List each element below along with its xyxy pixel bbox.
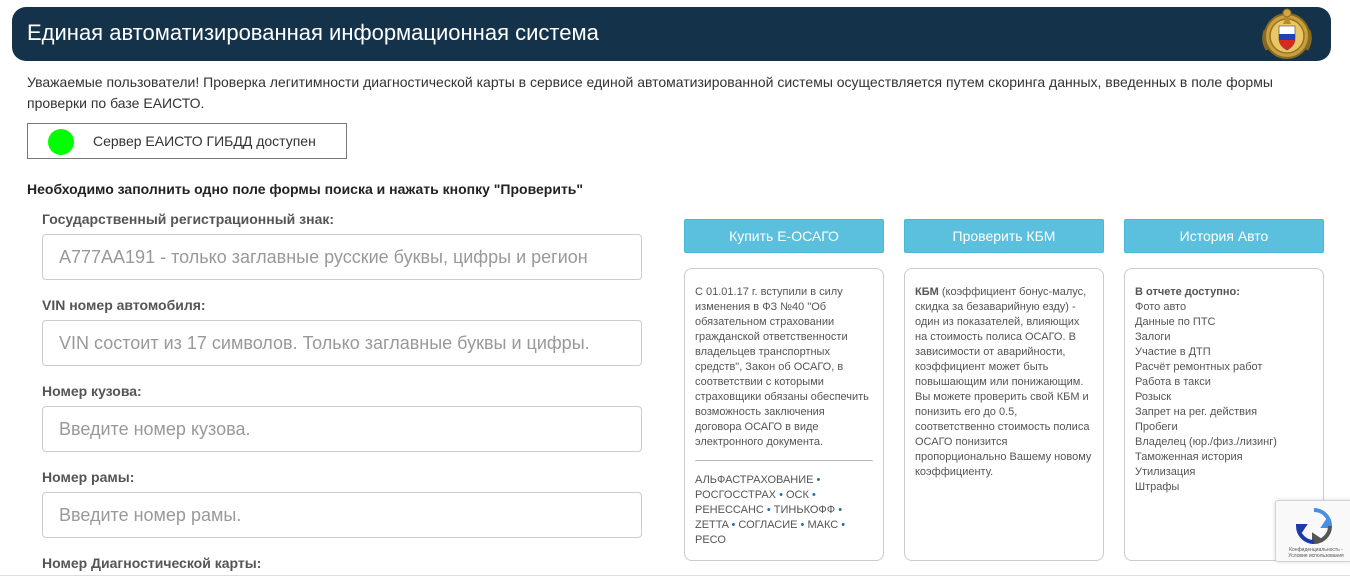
diagnostic-card-label: Номер Диагностической карты:: [42, 555, 262, 571]
vin-label: VIN номер автомобиля:: [42, 297, 206, 313]
insurer-separator: •: [835, 504, 843, 516]
plate-label: Государственный регистрационный знак:: [42, 211, 335, 227]
insurer-name: ОСК: [785, 489, 809, 501]
insurer-name: РЕСО: [695, 534, 726, 546]
osago-info-text: С 01.01.17 г. вступили в силу изменения …: [695, 286, 869, 448]
history-item: Владелец (юр./физ./лизинг): [1135, 436, 1277, 448]
insurer-name: ТИНЬКОФФ: [773, 504, 836, 516]
osago-info-card: С 01.01.17 г. вступили в силу изменения …: [684, 268, 884, 561]
bottom-divider: [0, 575, 1350, 576]
frame-number-input[interactable]: [42, 492, 642, 538]
notice-text: Уважаемые пользователи! Проверка легитим…: [27, 74, 1273, 111]
body-number-input[interactable]: [42, 406, 642, 452]
header-bar: Единая автоматизированная информационная…: [12, 7, 1331, 61]
history-card-heading: В отчете доступно:: [1135, 286, 1240, 298]
plate-input[interactable]: [42, 234, 642, 280]
body-number-label: Номер кузова:: [42, 383, 142, 399]
vin-input[interactable]: [42, 320, 642, 366]
insurer-separator: •: [797, 519, 808, 531]
check-kbm-button[interactable]: Проверить КБМ: [904, 219, 1104, 253]
kbm-info-text: (коэффициент бонус-малус, скидка за беза…: [915, 286, 1092, 478]
buy-osago-button[interactable]: Купить Е-ОСАГО: [684, 219, 884, 253]
history-item: Запрет на рег. действия: [1135, 406, 1258, 418]
insurer-separator: •: [728, 519, 739, 531]
insurer-name: РОСГОССТРАХ: [695, 489, 777, 501]
history-item: Пробеги: [1135, 421, 1178, 433]
frame-number-label: Номер рамы:: [42, 469, 135, 485]
insurer-separator: •: [776, 489, 786, 501]
history-item: Расчёт ремонтных работ: [1135, 361, 1263, 373]
history-item: Таможенная история: [1135, 451, 1243, 463]
history-item: Данные по ПТС: [1135, 316, 1216, 328]
car-history-button[interactable]: История Авто: [1124, 219, 1324, 253]
insurer-separator: •: [808, 489, 816, 501]
server-status-text: Сервер ЕАИСТО ГИБДД доступен: [93, 133, 316, 149]
history-item: Розыск: [1135, 391, 1172, 403]
insurer-separator: •: [838, 519, 846, 531]
gibdd-emblem-icon: [1262, 8, 1312, 59]
history-item: Фото авто: [1135, 301, 1187, 313]
recaptcha-text: Конфиденциальность - Условия использован…: [1288, 547, 1344, 559]
insurers-list: АЛЬФАСТРАХОВАНИЕ • РОСГОССТРАХ • ОСК • Р…: [695, 473, 873, 548]
kbm-term: КБМ: [915, 286, 939, 298]
recaptcha-badge[interactable]: Конфиденциальность - Условия использован…: [1275, 500, 1350, 562]
page-title: Единая автоматизированная информационная…: [27, 20, 599, 45]
insurer-name: ZETTA: [695, 519, 729, 531]
history-item: Штрафы: [1135, 481, 1180, 493]
insurer-name: РЕНЕССАНС: [695, 504, 764, 516]
history-item: Участие в ДТП: [1135, 346, 1211, 358]
insurer-name: АЛЬФАСТРАХОВАНИЕ: [695, 474, 814, 486]
server-status-box: Сервер ЕАИСТО ГИБДД доступен: [27, 123, 347, 159]
status-indicator-icon: [48, 129, 74, 155]
history-item: Утилизация: [1135, 466, 1196, 478]
form-instructions: Необходимо заполнить одно поле формы пои…: [27, 181, 584, 197]
kbm-info-card: КБМ (коэффициент бонус-малус, скидка за …: [904, 268, 1104, 561]
insurer-separator: •: [763, 504, 774, 516]
insurer-name: МАКС: [807, 519, 839, 531]
card-divider: [695, 460, 873, 461]
history-item: Работа в такси: [1135, 376, 1211, 388]
history-item: Залоги: [1135, 331, 1171, 343]
insurer-separator: •: [813, 474, 821, 486]
recaptcha-icon: [1295, 508, 1333, 545]
insurer-name: СОГЛАСИЕ: [738, 519, 798, 531]
